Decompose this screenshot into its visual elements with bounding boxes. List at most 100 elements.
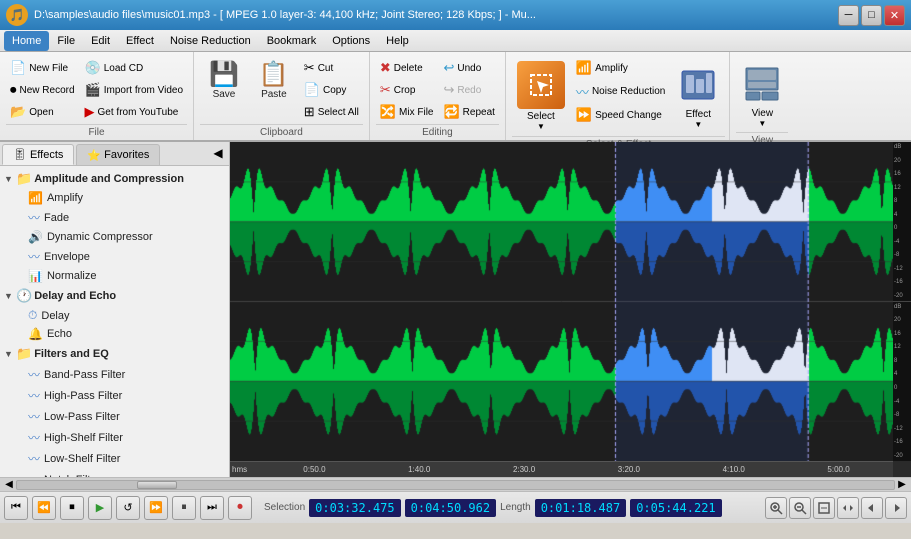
high-shelf-item[interactable]: 〰 High-Shelf Filter <box>0 427 229 448</box>
transport-pause[interactable]: ⏸ <box>172 496 196 520</box>
transport-fast-forward[interactable]: ⏩ <box>144 496 168 520</box>
delay-group-header[interactable]: ▼ 🕐 Delay and Echo <box>0 286 229 306</box>
horizontal-scrollbar[interactable]: ◀ ▶ <box>0 477 911 491</box>
transport-loop[interactable]: ↺ <box>116 496 140 520</box>
view-button[interactable]: View ▼ <box>736 58 788 130</box>
new-record-button[interactable]: ⏺ New Record <box>6 80 79 100</box>
close-button[interactable]: ✕ <box>884 5 905 26</box>
transport-goto-end[interactable]: ⏭ <box>200 496 224 520</box>
undo-label: Undo <box>457 63 481 74</box>
low-shelf-item[interactable]: 〰 Low-Shelf Filter <box>0 448 229 469</box>
notch-item[interactable]: 〰 Notch Filter <box>0 469 229 477</box>
effect-button[interactable]: Effect ▼ <box>671 58 725 132</box>
zoom-fit-btn[interactable] <box>813 497 835 519</box>
transport-play[interactable]: ▶ <box>88 496 112 520</box>
paste-button[interactable]: 📋 Paste <box>250 58 298 105</box>
get-youtube-button[interactable]: ▶ Get from YouTube <box>81 102 187 122</box>
zoom-in-btn[interactable] <box>765 497 787 519</box>
scroll-left-btn[interactable]: ◀ <box>2 478 16 492</box>
cut-button[interactable]: ✂ Cut <box>300 58 363 78</box>
amplitude-group-header[interactable]: ▼ 📁 Amplitude and Compression <box>0 169 229 189</box>
select-button[interactable]: Select ▼ <box>512 58 570 134</box>
title-bar: 🎵 D:\samples\audio files\music01.mp3 - [… <box>0 0 911 30</box>
select-all-button[interactable]: ⊞ Select All <box>300 102 363 122</box>
delete-button[interactable]: ✖ Delete <box>376 58 438 78</box>
transport-goto-start[interactable]: ⏮ <box>4 496 28 520</box>
sidebar-nav-btn[interactable]: ◀ <box>209 144 227 162</box>
delay-item[interactable]: ⏱ Delay <box>0 306 229 325</box>
mix-file-icon: 🔀 <box>380 104 396 120</box>
new-file-button[interactable]: 📄 New File <box>6 58 79 78</box>
selection-label: Selection <box>264 502 305 513</box>
scrollbar-thumb[interactable] <box>137 481 177 489</box>
menu-home[interactable]: Home <box>4 31 49 51</box>
scroll-right-zoom-btn[interactable] <box>885 497 907 519</box>
filters-group-header[interactable]: ▼ 📁 Filters and EQ <box>0 344 229 364</box>
undo-button[interactable]: ↩ Undo <box>439 58 498 78</box>
noise-reduction-button[interactable]: 〰 Noise Reduction <box>572 80 669 103</box>
mix-file-button[interactable]: 🔀 Mix File <box>376 102 438 122</box>
high-shelf-icon: 〰 <box>28 429 40 446</box>
status-bar: ⏮ ⏪ ⏹ ▶ ↺ ⏩ ⏸ ⏭ ⏺ Selection 0:03:32.475 … <box>0 491 911 523</box>
view-icon <box>744 64 780 104</box>
scroll-right-btn[interactable]: ▶ <box>895 478 909 492</box>
high-pass-item[interactable]: 〰 High-Pass Filter <box>0 385 229 406</box>
open-icon: 📂 <box>10 104 26 120</box>
normalize-item[interactable]: 📊 Normalize <box>0 267 229 285</box>
low-pass-item[interactable]: 〰 Low-Pass Filter <box>0 406 229 427</box>
load-cd-button[interactable]: 💿 Load CD <box>81 58 187 78</box>
menu-options[interactable]: Options <box>324 31 378 51</box>
view-label: View <box>752 108 774 119</box>
menu-edit[interactable]: Edit <box>83 31 118 51</box>
fade-item[interactable]: 〰 Fade <box>0 207 229 228</box>
crop-button[interactable]: ✂ Crop <box>376 80 438 100</box>
import-video-button[interactable]: 🎬 Import from Video <box>81 80 187 100</box>
envelope-item[interactable]: 〰 Envelope <box>0 246 229 267</box>
ribbon-group-file: 📄 New File ⏺ New Record 📂 Open 💿 Load CD <box>0 52 194 140</box>
menu-file[interactable]: File <box>49 31 83 51</box>
redo-icon: ↪ <box>443 82 454 98</box>
menu-bookmark[interactable]: Bookmark <box>259 31 325 51</box>
tab-favorites[interactable]: ⭐ Favorites <box>76 144 160 165</box>
amplitude-group-label: Amplitude and Compression <box>34 173 184 185</box>
open-button[interactable]: 📂 Open <box>6 102 79 122</box>
menu-noise-reduction[interactable]: Noise Reduction <box>162 31 259 51</box>
high-pass-label: High-Pass Filter <box>44 390 122 402</box>
amplify-button[interactable]: 📶 Amplify <box>572 58 669 78</box>
menu-help[interactable]: Help <box>378 31 417 51</box>
delay-group-folder-icon: 🕐 <box>16 288 32 304</box>
repeat-label: Repeat <box>463 107 495 118</box>
db-scale-top: dB 20 16 12 8 4 0 -4 -8 -12 -16 -20 <box>893 142 911 302</box>
ribbon-group-editing: ✖ Delete ✂ Crop 🔀 Mix File ↩ Undo <box>370 52 506 140</box>
waveform-area[interactable]: dB 20 16 12 8 4 0 -4 -8 -12 -16 -20 dB 2… <box>230 142 911 477</box>
amplitude-group: ▼ 📁 Amplitude and Compression 📶 Amplify … <box>0 169 229 285</box>
tab-effects[interactable]: 🎚 Effects <box>2 144 74 165</box>
copy-button[interactable]: 📄 Copy <box>300 80 363 100</box>
scroll-left-zoom-btn[interactable] <box>861 497 883 519</box>
maximize-button[interactable]: □ <box>861 5 882 26</box>
scroll-right-icon <box>889 501 903 515</box>
dynamic-compressor-item[interactable]: 🔊 Dynamic Compressor <box>0 228 229 246</box>
speed-change-button[interactable]: ⏩ Speed Change <box>572 105 669 125</box>
minimize-button[interactable]: ─ <box>838 5 859 26</box>
low-pass-label: Low-Pass Filter <box>44 411 120 423</box>
scrollbar-track[interactable] <box>16 480 895 490</box>
zoom-selection-btn[interactable] <box>837 497 859 519</box>
transport-stop[interactable]: ⏹ <box>60 496 84 520</box>
repeat-button[interactable]: 🔁 Repeat <box>439 102 498 122</box>
redo-button[interactable]: ↪ Redo <box>439 80 498 100</box>
amplify-item[interactable]: 📶 Amplify <box>0 189 229 207</box>
transport-record[interactable]: ⏺ <box>228 496 252 520</box>
waveform-canvas[interactable] <box>230 142 893 461</box>
zoom-out-btn[interactable] <box>789 497 811 519</box>
save-button[interactable]: 💾 Save <box>200 58 248 105</box>
echo-item[interactable]: 🔔 Echo <box>0 325 229 343</box>
speed-change-icon: ⏩ <box>576 107 592 123</box>
band-pass-item[interactable]: 〰 Band-Pass Filter <box>0 364 229 385</box>
delay-expand-icon: ▼ <box>4 291 14 301</box>
import-video-icon: 🎬 <box>85 82 101 98</box>
transport-rewind[interactable]: ⏪ <box>32 496 56 520</box>
menu-effect[interactable]: Effect <box>118 31 162 51</box>
zoom-in-icon <box>769 501 783 515</box>
delay-item-label: Delay <box>41 310 69 322</box>
